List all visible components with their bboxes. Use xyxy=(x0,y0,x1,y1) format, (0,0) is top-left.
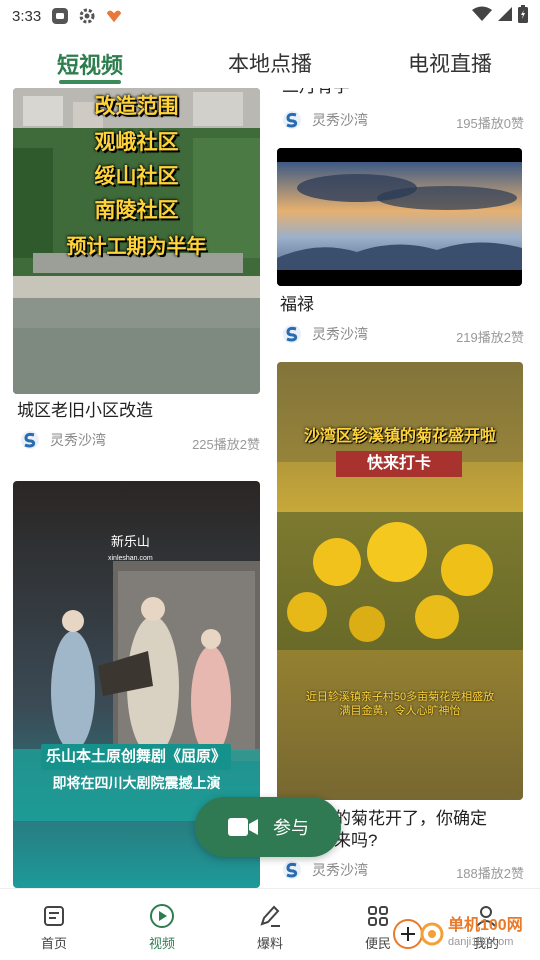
nav-label: 便民 xyxy=(364,936,391,951)
author-name[interactable]: 灵秀沙湾 xyxy=(312,110,368,130)
brand-logo: 新乐山 xinleshan.com xyxy=(108,535,153,566)
play-like-stats: 195播放0赞 xyxy=(456,116,524,131)
author-name[interactable]: 灵秀沙湾 xyxy=(312,324,368,344)
author-row: 灵秀沙湾 xyxy=(282,110,368,130)
nav-label: 爆料 xyxy=(256,936,283,951)
watermark-url: danji100.com xyxy=(448,936,514,948)
caption-main: 乐山本土原创舞剧《屈原》 xyxy=(41,744,231,770)
watermark-logo-icon xyxy=(393,919,444,949)
battery-icon xyxy=(518,5,528,27)
overlay-headline: 沙湾区轸溪镇的菊花盛开啦 xyxy=(303,428,496,445)
sunset-mountains-image xyxy=(277,148,522,286)
tab-short-video[interactable]: 短视频 xyxy=(0,36,180,86)
overlay-badge: 快来打卡 xyxy=(336,451,462,477)
overlay-line: 预计工期为半年 xyxy=(66,236,207,258)
signal-icon xyxy=(497,6,513,26)
play-like-stats: 219播放2赞 xyxy=(456,330,524,345)
overlay-line: 南陵社区 xyxy=(94,199,179,222)
nav-home[interactable]: 首页 xyxy=(0,889,108,960)
app-notification-icon xyxy=(51,7,69,25)
channel-logo-icon xyxy=(282,324,302,344)
overlay-line: 改造范围 xyxy=(94,95,179,118)
top-tabs: 短视频 本地点播 电视直播 xyxy=(0,36,540,86)
channel-logo-icon xyxy=(282,110,302,130)
brand-url: xinleshan.com xyxy=(108,555,153,562)
subtitle-2: 满目金黄，令人心旷神怡 xyxy=(339,705,461,717)
app-logo-icon xyxy=(105,7,123,25)
grid-icon xyxy=(365,903,391,929)
video-card-right-1[interactable]: 二月有字 灵秀沙湾 195播放0赞 xyxy=(270,88,540,138)
author-name[interactable]: 灵秀沙湾 xyxy=(312,860,368,880)
video-title[interactable]: 福禄 xyxy=(280,294,314,316)
author-row: 灵秀沙湾 xyxy=(20,430,106,450)
video-camera-icon xyxy=(227,816,259,838)
tab-tv-live[interactable]: 电视直播 xyxy=(360,36,540,86)
overlay-line: 绥山社区 xyxy=(94,165,179,188)
status-time: 3:33 xyxy=(12,7,42,25)
video-thumbnail[interactable] xyxy=(277,148,522,286)
video-feed: 改造范围 观峨社区 绥山社区 南陵社区 预计工期为半年 城区老旧小区改造 灵秀沙… xyxy=(0,88,540,888)
nav-label: 视频 xyxy=(148,936,175,951)
pen-icon xyxy=(257,903,283,929)
document-icon xyxy=(41,903,67,929)
video-title-line-2[interactable]: 来吗? xyxy=(334,830,377,852)
channel-logo-icon xyxy=(282,860,302,880)
author-row: 灵秀沙湾 xyxy=(282,860,368,880)
brand-name: 新乐山 xyxy=(110,534,150,549)
video-thumbnail[interactable]: 改造范围 观峨社区 绥山社区 南陵社区 预计工期为半年 xyxy=(13,88,260,394)
wifi-icon xyxy=(472,6,492,26)
site-watermark: 单机100网 danji100.com xyxy=(392,912,540,956)
play-like-stats: 188播放2赞 xyxy=(456,866,524,881)
author-row: 灵秀沙湾 xyxy=(282,324,368,344)
play-like-stats: 225播放2赞 xyxy=(192,437,260,452)
channel-logo-icon xyxy=(20,430,40,450)
status-bar: 3:33 xyxy=(0,0,540,32)
video-card-right-2[interactable]: 福禄 灵秀沙湾 219播放2赞 xyxy=(270,148,540,348)
gear-icon xyxy=(78,7,96,25)
watermark-text: 单机100网 xyxy=(448,917,523,934)
video-card-left-1[interactable]: 改造范围 观峨社区 绥山社区 南陵社区 预计工期为半年 城区老旧小区改造 灵秀沙… xyxy=(0,88,270,468)
tab-local-vod[interactable]: 本地点播 xyxy=(180,36,360,86)
participate-button[interactable]: 参与 xyxy=(195,797,341,857)
participate-label: 参与 xyxy=(273,818,309,838)
author-name[interactable]: 灵秀沙湾 xyxy=(50,430,106,450)
app-root: 3:33 短视频 本地点播 电视直播 改造范围 观峨社区 绥山社区 南陵社区 预… xyxy=(0,0,540,960)
nav-video[interactable]: 视频 xyxy=(108,889,216,960)
status-right-icons xyxy=(472,5,528,27)
caption-sub: 即将在四川大剧院震撼上演 xyxy=(52,775,221,791)
overlay-line: 观峨社区 xyxy=(94,131,179,154)
video-title-line-1[interactable]: 的菊花开了，你确定 xyxy=(334,808,487,830)
video-title[interactable]: 城区老旧小区改造 xyxy=(17,400,153,422)
nav-label: 首页 xyxy=(40,936,67,951)
play-circle-icon xyxy=(149,903,175,929)
nav-report[interactable]: 爆料 xyxy=(216,889,324,960)
video-title[interactable]: 二月有字 xyxy=(282,88,350,98)
video-thumbnail[interactable]: 沙湾区轸溪镇的菊花盛开啦 快来打卡 近日轸溪镇亲子村50多亩菊花竞相盛放 满目金… xyxy=(277,362,523,800)
